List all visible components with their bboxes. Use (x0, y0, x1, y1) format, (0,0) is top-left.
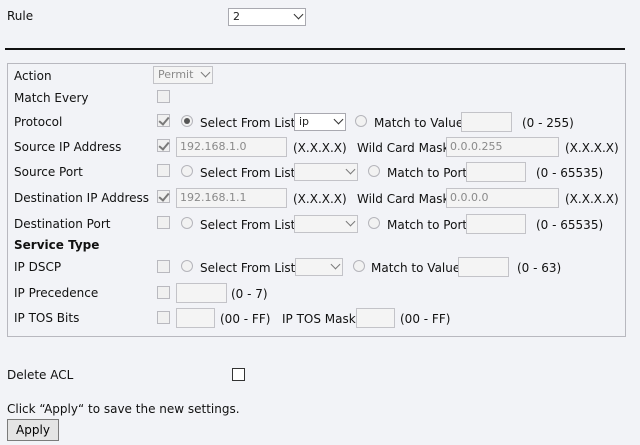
chevron-down-icon (345, 164, 356, 175)
protocol-range: (0 - 255) (522, 116, 574, 130)
ip-dscp-value-input[interactable] (458, 257, 509, 277)
dest-ip-mask-label: Wild Card Mask (357, 192, 450, 206)
source-port-match-port-label: Match to Port (387, 166, 468, 180)
divider (5, 48, 625, 50)
ip-tos-mask-input[interactable] (356, 308, 395, 328)
protocol-match-value-label: Match to Value (374, 116, 464, 130)
protocol-value-input[interactable] (461, 112, 512, 132)
action-select[interactable]: Permit (153, 66, 213, 84)
chevron-down-icon (200, 67, 211, 78)
apply-hint: Click “Apply“ to save the new settings. (7, 402, 240, 416)
apply-button[interactable]: Apply (7, 419, 59, 441)
protocol-label: Protocol (14, 115, 63, 129)
dest-port-checkbox[interactable] (157, 216, 170, 229)
source-port-input[interactable] (466, 162, 526, 182)
rule-select-value: 2 (233, 10, 240, 23)
action-select-value: Permit (158, 68, 194, 81)
dest-port-select-from-list-radio[interactable] (181, 217, 193, 229)
ip-tos-bits-checkbox[interactable] (157, 311, 170, 324)
protocol-checkbox[interactable] (157, 114, 170, 127)
dest-port-select-from-list-label: Select From List (200, 218, 296, 232)
ip-tos-bits-input[interactable] (176, 308, 215, 328)
ip-dscp-match-value-radio[interactable] (353, 260, 365, 272)
dest-port-range: (0 - 65535) (536, 218, 604, 232)
chevron-down-icon (345, 216, 356, 227)
protocol-list-value: ip (299, 115, 310, 128)
source-ip-label: Source IP Address (14, 140, 122, 154)
source-ip-format: (X.X.X.X) (293, 141, 347, 155)
ip-tos-mask-label: IP TOS Mask (282, 312, 356, 326)
source-ip-input[interactable]: 192.168.1.0 (176, 137, 287, 157)
ip-precedence-checkbox[interactable] (157, 286, 170, 299)
protocol-select-from-list-label: Select From List (200, 116, 296, 130)
rule-select[interactable]: 2 (228, 8, 306, 26)
ip-tos-bits-label: IP TOS Bits (14, 311, 80, 325)
source-port-range: (0 - 65535) (536, 166, 604, 180)
dest-port-match-port-label: Match to Port (387, 218, 468, 232)
dest-ip-mask-format: (X.X.X.X) (565, 192, 619, 206)
ip-dscp-select-from-list-label: Select From List (200, 261, 296, 275)
dest-port-label: Destination Port (14, 217, 111, 231)
dest-ip-format: (X.X.X.X) (293, 192, 347, 206)
source-port-match-port-radio[interactable] (368, 165, 380, 177)
dest-port-list-select[interactable] (294, 215, 358, 233)
chevron-down-icon (330, 259, 341, 270)
source-ip-mask-label: Wild Card Mask (357, 141, 450, 155)
delete-acl-label: Delete ACL (7, 368, 74, 382)
dest-ip-label: Destination IP Address (14, 191, 150, 205)
ip-dscp-checkbox[interactable] (157, 260, 170, 273)
chevron-down-icon (333, 114, 344, 125)
source-port-label: Source Port (14, 165, 83, 179)
ip-dscp-range: (0 - 63) (517, 261, 562, 275)
match-every-label: Match Every (14, 91, 89, 105)
ip-dscp-list-select[interactable] (295, 258, 343, 276)
dest-ip-mask-input[interactable]: 0.0.0.0 (446, 188, 559, 208)
ip-tos-mask-range: (00 - FF) (400, 312, 451, 326)
dest-ip-checkbox[interactable] (157, 190, 170, 203)
source-port-select-from-list-label: Select From List (200, 166, 296, 180)
source-port-checkbox[interactable] (157, 164, 170, 177)
source-ip-mask-input[interactable]: 0.0.0.255 (446, 137, 559, 157)
source-ip-checkbox[interactable] (157, 139, 170, 152)
ip-dscp-select-from-list-radio[interactable] (181, 260, 193, 272)
ip-dscp-match-value-label: Match to Value (371, 261, 461, 275)
protocol-match-value-radio[interactable] (355, 115, 367, 127)
source-port-select-from-list-radio[interactable] (181, 165, 193, 177)
protocol-list-select[interactable]: ip (294, 113, 346, 131)
delete-acl-checkbox[interactable] (232, 368, 245, 381)
ip-precedence-input[interactable] (176, 283, 227, 303)
protocol-select-from-list-radio[interactable] (181, 115, 193, 127)
ip-precedence-label: IP Precedence (14, 286, 99, 300)
dest-port-input[interactable] (466, 214, 526, 234)
rule-label: Rule (7, 9, 34, 23)
source-ip-mask-format: (X.X.X.X) (565, 141, 619, 155)
ip-tos-bits-range: (00 - FF) (220, 312, 271, 326)
dest-ip-input[interactable]: 192.168.1.1 (176, 188, 287, 208)
source-port-list-select[interactable] (294, 163, 358, 181)
service-type-heading: Service Type (14, 238, 100, 252)
action-label: Action (14, 69, 52, 83)
match-every-checkbox[interactable] (157, 90, 170, 103)
chevron-down-icon (293, 9, 304, 20)
dest-port-match-port-radio[interactable] (368, 217, 380, 229)
ip-precedence-range: (0 - 7) (231, 287, 268, 301)
ip-dscp-label: IP DSCP (14, 260, 62, 274)
